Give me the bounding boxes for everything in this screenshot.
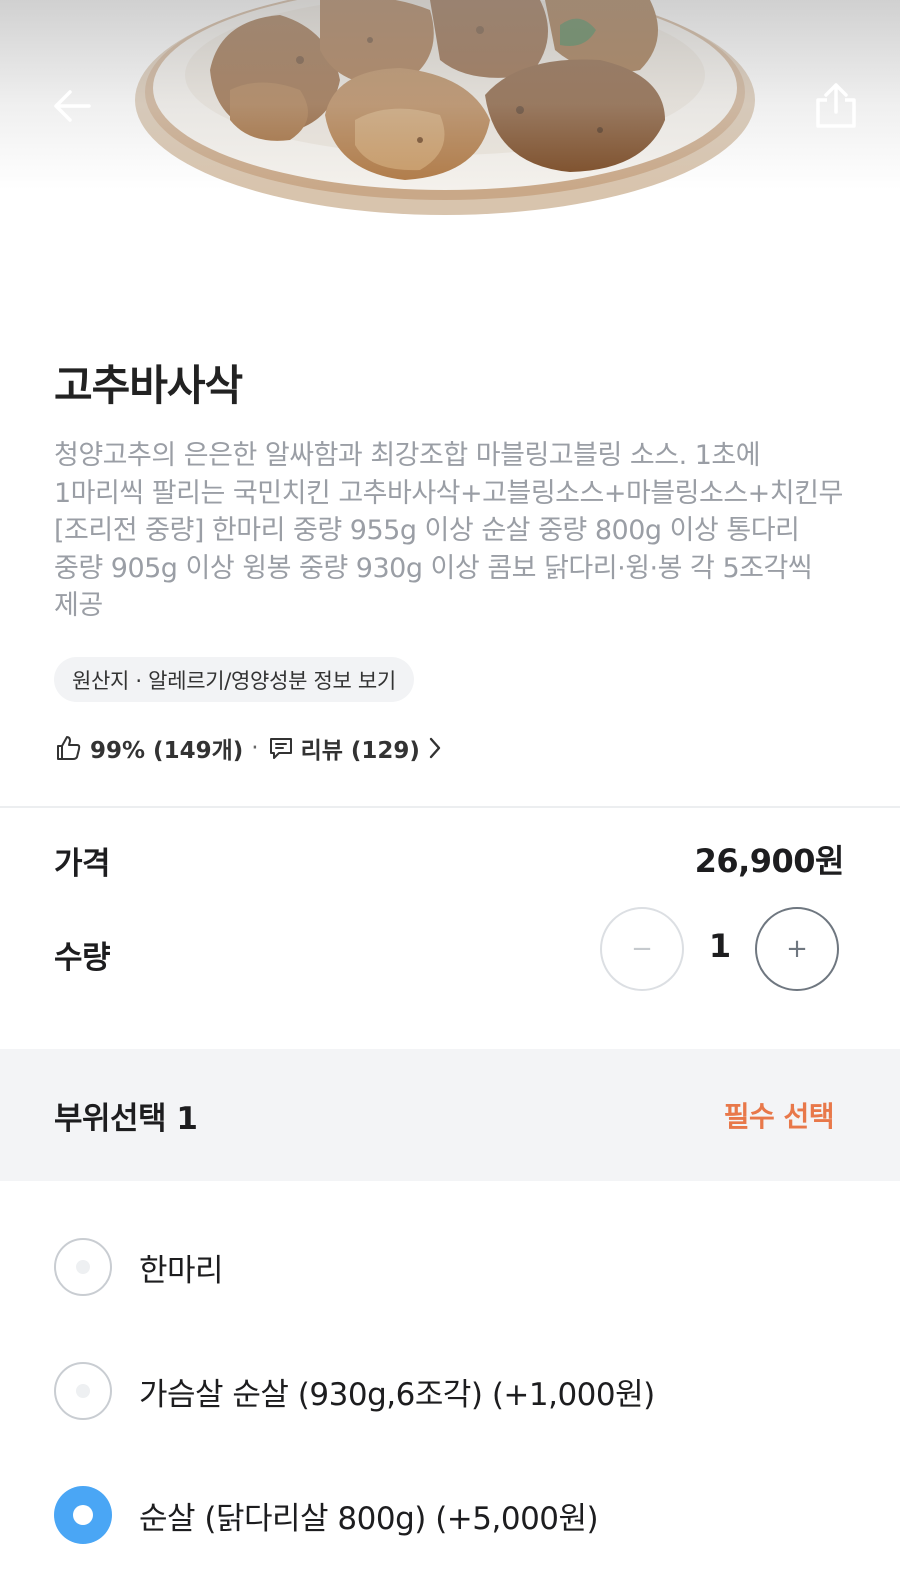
share-button[interactable] bbox=[808, 78, 864, 134]
product-description: 청양고추의 은은한 알싸함과 최강조합 마블링고블링 소스. 1초에 1마리씩 … bbox=[54, 440, 843, 621]
product-hero-image bbox=[0, 0, 900, 300]
option-item-whole[interactable]: 한마리 bbox=[54, 1237, 224, 1297]
review-link[interactable]: 리뷰 (129) bbox=[267, 731, 442, 765]
product-name: 고추바사삭 bbox=[54, 361, 243, 410]
price-value: 26,900원 bbox=[694, 842, 845, 880]
minus-icon: − bbox=[631, 934, 653, 964]
price-label: 가격 bbox=[54, 846, 111, 882]
section-divider bbox=[0, 806, 900, 808]
thumbs-up-icon bbox=[54, 734, 82, 762]
rating-separator: · bbox=[251, 735, 259, 761]
like-rate: 99% (149개) bbox=[90, 738, 244, 764]
quantity-label: 수량 bbox=[54, 940, 111, 976]
option-group-header: 부위선택 1 필수 선택 bbox=[0, 1049, 900, 1181]
radio-selected-icon[interactable] bbox=[54, 1486, 112, 1544]
origin-allergy-info-label: 원산지 · 알레르기/영양성분 정보 보기 bbox=[72, 668, 396, 693]
review-count: 리뷰 (129) bbox=[300, 738, 420, 764]
comment-icon bbox=[267, 734, 295, 762]
quantity-value: 1 bbox=[708, 927, 732, 965]
share-icon bbox=[816, 83, 856, 128]
option-label: 순살 (닭다리살 800g) (+5,000원) bbox=[139, 1500, 599, 1537]
origin-allergy-info-button[interactable]: 원산지 · 알레르기/영양성분 정보 보기 bbox=[54, 657, 414, 702]
option-item-thigh-boneless[interactable]: 순살 (닭다리살 800g) (+5,000원) bbox=[54, 1485, 599, 1545]
option-group-title: 부위선택 1 bbox=[54, 1101, 198, 1137]
option-label: 가슴살 순살 (930g,6조각) (+1,000원) bbox=[139, 1376, 655, 1413]
chevron-right-icon bbox=[428, 736, 442, 760]
option-item-breast-boneless[interactable]: 가슴살 순살 (930g,6조각) (+1,000원) bbox=[54, 1361, 655, 1421]
back-button[interactable] bbox=[44, 78, 100, 134]
required-badge: 필수 선택 bbox=[723, 1100, 835, 1133]
quantity-increase-button[interactable]: + bbox=[755, 907, 839, 991]
option-label: 한마리 bbox=[139, 1252, 224, 1289]
radio-unselected-icon[interactable] bbox=[54, 1238, 112, 1296]
radio-unselected-icon[interactable] bbox=[54, 1362, 112, 1420]
back-arrow-icon bbox=[54, 90, 91, 122]
rating-summary: 99% (149개) · 리뷰 (129) bbox=[54, 730, 442, 766]
quantity-decrease-button[interactable]: − bbox=[600, 907, 684, 991]
plus-icon: + bbox=[786, 934, 808, 964]
